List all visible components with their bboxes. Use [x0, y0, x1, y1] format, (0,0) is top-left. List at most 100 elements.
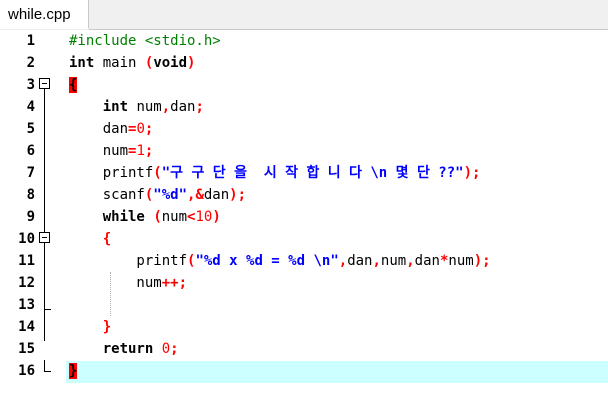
code-token: ,	[406, 253, 415, 269]
code-token: ,&	[187, 187, 204, 203]
line-number: 15	[18, 341, 35, 357]
code-text[interactable]: int num,dan;	[69, 96, 204, 118]
code-text[interactable]: return 0;	[69, 338, 179, 360]
line-number: 14	[18, 319, 35, 335]
code-token: return	[102, 341, 154, 357]
code-line[interactable]: 5 dan=0;	[0, 118, 608, 140]
code-token: }	[69, 363, 78, 379]
code-token: printf	[69, 165, 154, 181]
code-token: )	[463, 165, 472, 181]
code-text[interactable]: }	[69, 316, 111, 338]
code-token: ;	[237, 187, 247, 203]
code-token: ++;	[161, 275, 188, 291]
code-line[interactable]: 14 }	[0, 316, 608, 338]
code-token: while	[102, 209, 145, 225]
code-token: int	[102, 99, 129, 115]
line-number: 1	[26, 33, 35, 49]
code-line[interactable]: 2 int main (void)	[0, 52, 608, 74]
code-text[interactable]: printf("%d x %d = %d \n",dan,num,dan*num…	[69, 250, 491, 272]
line-number: 5	[26, 121, 35, 137]
code-line[interactable]: 8 scanf("%d",&dan);	[0, 184, 608, 206]
code-token: ;	[195, 99, 204, 115]
code-token: ,	[161, 99, 171, 115]
code-token: num	[128, 99, 162, 115]
collapse-icon[interactable]	[39, 78, 50, 89]
code-token: void	[153, 55, 188, 71]
code-token: scanf	[69, 187, 145, 203]
code-line[interactable]: 1 #include <stdio.h>	[0, 30, 608, 52]
code-line[interactable]: 11 printf("%d x %d = %d \n",dan,num,dan*…	[0, 250, 608, 272]
tab-while-cpp[interactable]: while.cpp	[0, 0, 89, 29]
code-text[interactable]: }	[69, 360, 78, 382]
code-token: ;	[144, 121, 154, 137]
code-token: dan	[170, 99, 196, 115]
line-number: 6	[26, 143, 35, 159]
code-text[interactable]: while (num<10)	[69, 206, 221, 228]
code-token: 1	[136, 143, 145, 159]
code-line[interactable]: 16}	[0, 360, 608, 383]
code-text[interactable]: #include <stdio.h>	[69, 30, 221, 52]
code-token: 0	[161, 341, 171, 357]
line-number: 3	[26, 77, 35, 93]
tab-bar: while.cpp	[0, 0, 608, 30]
fold-line	[44, 360, 45, 371]
fold-line	[44, 243, 45, 309]
code-token: printf	[69, 253, 188, 269]
fold-end-marker	[44, 371, 51, 372]
code-line[interactable]: 12 num++;	[0, 272, 608, 294]
code-token: ;	[144, 143, 154, 159]
collapse-icon[interactable]	[39, 232, 50, 243]
code-text[interactable]: printf("구 구 단 을 시 작 합 니 다 \n 몇 단 ??");	[69, 162, 481, 184]
code-text[interactable]: scanf("%d",&dan);	[69, 184, 246, 206]
code-line[interactable]: 10 {	[0, 228, 608, 250]
fold-marker-while[interactable]	[38, 228, 51, 316]
code-token: #include <stdio.h>	[69, 33, 221, 49]
code-text[interactable]: num=1;	[69, 140, 154, 162]
code-token: num	[380, 253, 407, 269]
code-line[interactable]: 15 return 0;	[0, 338, 608, 360]
code-token: dan	[347, 253, 373, 269]
code-line[interactable]: 13	[0, 294, 608, 316]
line-number: 8	[26, 187, 35, 203]
code-token: dan	[203, 187, 230, 203]
code-token: main	[94, 55, 145, 71]
code-line[interactable]: 7 printf("구 구 단 을 시 작 합 니 다 \n 몇 단 ??");	[0, 162, 608, 184]
line-number: 11	[18, 253, 35, 269]
code-editor[interactable]: 16} 15 return 0; 14 } 13 12 num++; 11 printf(…	[0, 30, 608, 414]
code-text[interactable]: {	[69, 228, 111, 250]
code-token: "%d x %d = %d \n"	[195, 253, 339, 269]
code-token: "%d"	[153, 187, 188, 203]
code-token: "구 구 단 을 시 작 합 니 다 \n 몇 단 ??"	[161, 165, 464, 181]
code-token: num	[448, 253, 474, 269]
code-token: {	[69, 77, 78, 93]
line-number: 16	[18, 363, 35, 379]
code-token: ;	[170, 341, 179, 357]
code-text[interactable]: int main (void)	[69, 52, 195, 74]
code-line[interactable]: 6 num=1;	[0, 140, 608, 162]
code-token: )	[212, 209, 221, 225]
code-token: dan	[69, 121, 129, 137]
code-text[interactable]: {	[69, 74, 78, 96]
code-token: num	[69, 275, 162, 291]
code-token: )	[473, 253, 483, 269]
code-token: {	[102, 231, 112, 247]
fold-end-main	[38, 360, 51, 382]
code-token: )	[229, 187, 238, 203]
line-number: 7	[26, 165, 35, 181]
line-number: 4	[26, 99, 35, 115]
code-text[interactable]: num++;	[69, 272, 187, 294]
code-line[interactable]: 9 while (num<10)	[0, 206, 608, 228]
code-token: (	[153, 209, 162, 225]
code-line[interactable]: 4 int num,dan;	[0, 96, 608, 118]
code-token: }	[102, 319, 112, 335]
code-token: num	[69, 143, 129, 159]
code-token: 10	[195, 209, 213, 225]
code-token: int	[69, 55, 95, 71]
code-text[interactable]: dan=0;	[69, 118, 154, 140]
code-token: ;	[482, 253, 491, 269]
code-line[interactable]: 3{	[0, 74, 608, 96]
